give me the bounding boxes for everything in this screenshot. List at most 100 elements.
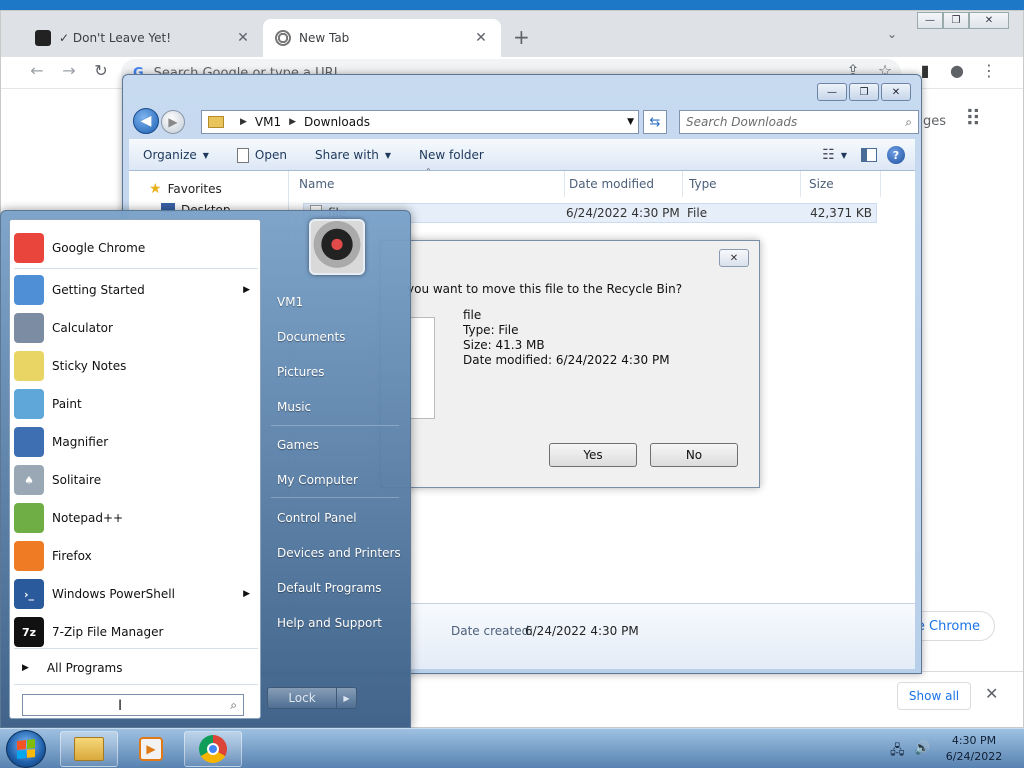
tab-close-icon[interactable]: ✕ — [473, 30, 489, 46]
taskbar: ▶ 🖧 🔊 4:30 PM 6/24/2022 — [0, 728, 1024, 768]
start-button[interactable] — [6, 730, 46, 768]
start-right-item[interactable]: Pictures — [277, 361, 325, 383]
forward-arrow-icon: ▶ — [168, 115, 178, 129]
column-date-modified[interactable]: Date modified — [559, 171, 683, 197]
back-button[interactable]: ◀ — [133, 108, 159, 134]
start-right-item[interactable]: Music — [277, 396, 311, 418]
taskbar-explorer-button[interactable] — [60, 731, 118, 767]
no-button[interactable]: No — [650, 443, 738, 467]
share-with-button[interactable]: Share with ▼ — [301, 148, 405, 162]
user-avatar[interactable] — [309, 219, 365, 275]
start-right-item[interactable]: Help and Support — [277, 612, 382, 634]
chrome-close-button[interactable]: ✕ — [969, 12, 1009, 29]
file-type: File — [687, 206, 708, 220]
explorer-restore-button[interactable]: ❐ — [849, 83, 879, 101]
all-programs-button[interactable]: ▶ All Programs — [16, 656, 256, 680]
taskbar-chrome-button[interactable] — [184, 731, 242, 767]
preview-pane-icon[interactable] — [861, 148, 877, 162]
share-with-label: Share with — [314, 148, 379, 162]
program-item[interactable]: Notepad++ — [14, 500, 258, 536]
open-label: Open — [254, 148, 287, 162]
tab-close-icon[interactable]: ✕ — [235, 30, 251, 46]
start-right-item[interactable]: My Computer — [277, 469, 358, 491]
nav-favorites[interactable]: ★ Favorites — [149, 181, 222, 197]
program-item[interactable]: Getting Started ▶ — [14, 272, 258, 308]
document-icon — [236, 147, 249, 163]
downloads-bar-close-icon[interactable]: ✕ — [985, 684, 998, 703]
program-item[interactable]: Sticky Notes — [14, 348, 258, 384]
tab-new-tab[interactable]: New Tab ✕ — [263, 19, 501, 57]
submenu-arrow-icon: ▶ — [243, 589, 250, 599]
reload-icon[interactable]: ↻ — [89, 61, 113, 80]
getting-started-icon — [14, 275, 44, 305]
program-item[interactable]: Google Chrome — [14, 230, 258, 266]
yes-button[interactable]: Yes — [549, 443, 637, 467]
tab-title: New Tab — [299, 31, 350, 45]
address-row: ◀ ▶ ▶ VM1 ▶ Downloads ▼ ⇆ Search Downloa… — [131, 107, 919, 137]
breadcrumb-downloads[interactable]: Downloads — [304, 115, 370, 129]
chrome-menu-icon[interactable]: ⋮ — [977, 61, 1001, 80]
program-item[interactable]: ›_ Windows PowerShell ▶ — [14, 576, 258, 612]
program-item[interactable]: Magnifier — [14, 424, 258, 460]
program-label: 7-Zip File Manager — [52, 625, 164, 639]
caret-down-icon[interactable]: ▼ — [841, 151, 847, 160]
notepadpp-icon — [14, 503, 44, 533]
new-tab-button[interactable]: + — [513, 25, 530, 49]
explorer-close-button[interactable]: ✕ — [881, 83, 911, 101]
start-right-item[interactable]: Devices and Printers — [277, 542, 401, 564]
back-arrow-icon[interactable]: ← — [25, 61, 49, 80]
address-dropdown-icon[interactable]: ▼ — [627, 117, 634, 127]
all-programs-label: All Programs — [46, 661, 123, 675]
chrome-minimize-button[interactable]: — — [917, 12, 943, 29]
program-item[interactable]: Calculator — [14, 310, 258, 346]
chrome-restore-button[interactable]: ❐ — [943, 12, 969, 29]
start-right-item[interactable]: Control Panel — [277, 507, 357, 529]
divider — [14, 648, 258, 649]
forward-arrow-icon[interactable]: → — [57, 61, 81, 80]
breadcrumb-separator-icon: ▶ — [289, 117, 297, 127]
start-search-input[interactable]: ⌕ — [22, 694, 244, 716]
apps-grid-icon[interactable]: ⠿ — [965, 107, 981, 132]
program-label: Sticky Notes — [52, 359, 127, 373]
tab-dont-leave-yet[interactable]: ✓ Don't Leave Yet! ✕ — [23, 19, 263, 57]
tab-strip: ✓ Don't Leave Yet! ✕ New Tab ✕ + ⌄ — ❐ ✕ — [1, 11, 1023, 57]
taskbar-media-player-button[interactable]: ▶ — [122, 731, 180, 767]
dialog-question: you want to move this file to the Recycl… — [407, 282, 683, 296]
network-icon[interactable]: 🖧 — [890, 741, 905, 763]
dialog-file-name: file — [463, 308, 482, 322]
program-item[interactable]: 7z 7-Zip File Manager — [14, 614, 258, 650]
start-right-item[interactable]: Default Programs — [277, 577, 382, 599]
start-right-item[interactable]: Games — [277, 434, 319, 456]
view-options-icon[interactable]: ☷ — [822, 147, 835, 163]
system-clock[interactable]: 4:30 PM 6/24/2022 — [940, 733, 1008, 765]
column-type[interactable]: Type — [679, 171, 801, 197]
profile-avatar-icon[interactable]: ● — [945, 61, 969, 80]
lock-button[interactable]: Lock ▶ — [267, 687, 357, 709]
start-right-item[interactable]: VM1 — [277, 291, 303, 313]
tab-search-chevron-icon[interactable]: ⌄ — [887, 27, 897, 41]
help-icon[interactable]: ? — [887, 146, 905, 164]
explorer-minimize-button[interactable]: — — [817, 83, 847, 101]
column-size[interactable]: Size — [799, 171, 881, 197]
search-downloads-input[interactable]: Search Downloads ⌕ — [679, 110, 919, 134]
submenu-arrow-icon: ▶ — [243, 285, 250, 295]
dialog-close-button[interactable]: ✕ — [719, 249, 749, 267]
show-all-button[interactable]: Show all — [897, 682, 971, 710]
program-label: Google Chrome — [52, 241, 146, 255]
program-item[interactable]: ♠ Solitaire — [14, 462, 258, 498]
images-link-partial[interactable]: ges — [923, 114, 946, 129]
organize-button[interactable]: Organize ▼ — [129, 148, 223, 162]
refresh-button[interactable]: ⇆ — [643, 110, 667, 134]
dialog-file-size: Size: 41.3 MB — [463, 338, 545, 352]
new-folder-button[interactable]: New folder — [405, 148, 498, 162]
open-button[interactable]: Open — [223, 147, 301, 163]
start-right-item[interactable]: Documents — [277, 326, 345, 348]
program-item[interactable]: Paint — [14, 386, 258, 422]
volume-icon[interactable]: 🔊 — [914, 741, 930, 756]
program-item[interactable]: Firefox — [14, 538, 258, 574]
breadcrumb-vm1[interactable]: VM1 — [255, 115, 281, 129]
back-arrow-icon: ◀ — [140, 113, 152, 129]
address-bar[interactable]: ▶ VM1 ▶ Downloads ▼ — [201, 110, 639, 134]
forward-button[interactable]: ▶ — [161, 110, 185, 134]
power-options-arrow-icon[interactable]: ▶ — [336, 688, 356, 708]
